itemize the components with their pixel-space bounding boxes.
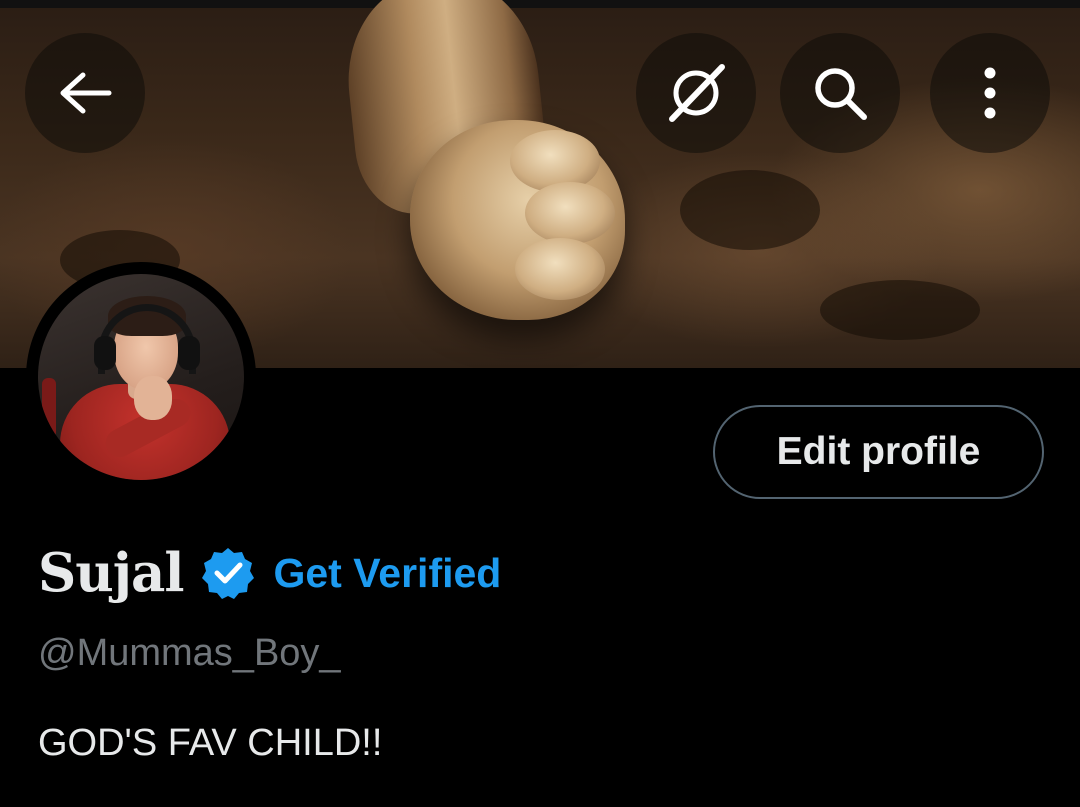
edit-profile-button[interactable]: Edit profile (713, 405, 1044, 499)
avatar[interactable] (26, 262, 256, 492)
banner-shadow (820, 280, 980, 340)
banner-paw-toe (525, 182, 615, 244)
back-button[interactable] (25, 33, 145, 153)
banner-lion-paw (410, 120, 625, 320)
avatar-headphone-cup (178, 336, 200, 370)
profile-page: Edit profile Sujal Get Verified @Mummas_… (0, 0, 1080, 807)
more-vertical-icon (984, 67, 996, 119)
get-verified-link[interactable]: Get Verified (273, 550, 501, 597)
avatar-photo (38, 274, 244, 480)
avatar-microphone (42, 378, 56, 438)
banner-paw-toe (515, 238, 605, 300)
display-name: Sujal (38, 542, 184, 604)
profile-name-row: Sujal Get Verified (38, 540, 501, 606)
search-icon (815, 68, 867, 120)
banner-shadow (680, 170, 820, 250)
status-bar-strip (0, 0, 1080, 8)
more-options-button[interactable] (930, 33, 1050, 153)
arrow-left-icon (60, 72, 112, 114)
search-button[interactable] (780, 33, 900, 153)
avatar-headphone-cup (94, 336, 116, 370)
avatar-hand (134, 376, 172, 420)
verified-badge-icon[interactable] (201, 546, 255, 600)
profile-bio: GOD'S FAV CHILD!! (38, 722, 383, 764)
grok-button[interactable] (636, 33, 756, 153)
profile-handle: @Mummas_Boy_ (38, 632, 341, 674)
slash-circle-icon (669, 64, 725, 122)
